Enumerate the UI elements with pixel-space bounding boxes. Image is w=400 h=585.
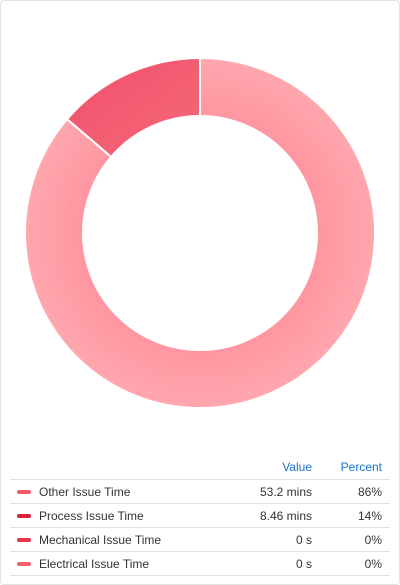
legend-header-value: Value [240,455,320,480]
legend-row-process[interactable]: Process Issue Time 8.46 mins 14% [10,503,390,528]
legend-table: Value Percent Other Issue Time 53.2 mins… [10,455,390,576]
legend-label-process: Process Issue Time [39,508,144,523]
legend-value-other: 53.2 mins [240,479,320,504]
legend-label-other: Other Issue Time [39,484,131,499]
legend-value-electrical: 0 s [240,551,320,576]
legend-percent-process: 14% [320,503,390,528]
legend-swatch-electrical [17,562,31,567]
legend-percent-mechanical: 0% [320,527,390,552]
legend-row-electrical[interactable]: Electrical Issue Time 0 s 0% [10,551,390,576]
legend-header-percent: Percent [320,455,390,480]
legend-value-process: 8.46 mins [240,503,320,528]
legend-swatch-mechanical [17,538,31,543]
legend-row-other[interactable]: Other Issue Time 53.2 mins 86% [10,479,390,504]
legend-label-mechanical: Mechanical Issue Time [39,532,162,547]
legend-percent-other: 86% [320,479,390,504]
legend-label-electrical: Electrical Issue Time [39,556,150,571]
legend-row-mechanical[interactable]: Mechanical Issue Time 0 s 0% [10,527,390,552]
legend-value-mechanical: 0 s [240,527,320,552]
donut-chart [24,56,376,409]
legend-swatch-process [17,514,31,519]
legend-header-name [10,455,240,480]
legend-header-row: Value Percent [10,455,390,480]
legend-percent-electrical: 0% [320,551,390,576]
legend-swatch-other [17,490,31,495]
